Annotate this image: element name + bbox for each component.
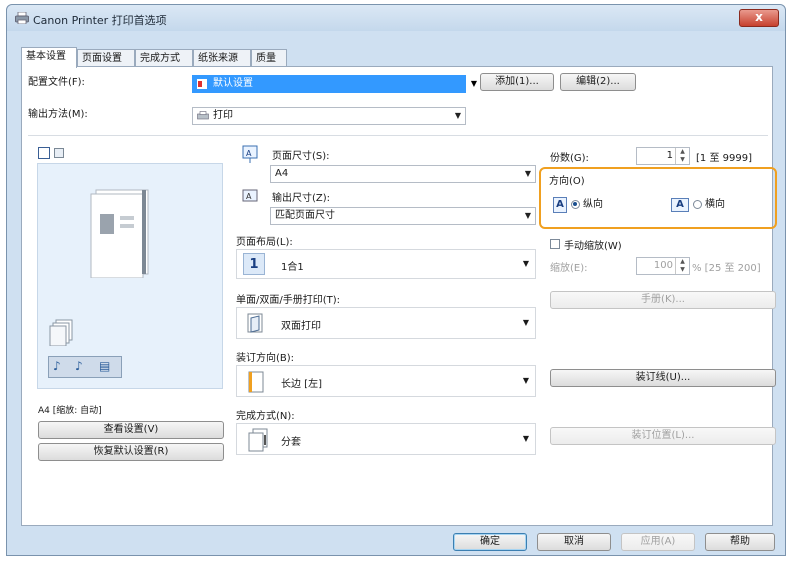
close-button[interactable]: x	[739, 9, 779, 27]
collate-icon	[248, 428, 268, 452]
tab-basic-settings[interactable]: 基本设置	[21, 47, 77, 68]
finishing-value: 分套	[281, 437, 301, 448]
manual-scaling-label: 手动缩放(W)	[564, 241, 622, 252]
tab-paper-source[interactable]: 纸张来源	[193, 49, 251, 67]
add-profile-button[interactable]: 添加(1)...	[480, 73, 554, 91]
orientation-portrait-option[interactable]: A 纵向	[553, 195, 603, 213]
portrait-label: 纵向	[583, 199, 603, 210]
page-size-value: A4	[275, 168, 289, 179]
page-size-dropdown[interactable]: A4 ▼	[270, 165, 536, 183]
portrait-radio[interactable]	[570, 199, 580, 209]
profile-icon	[197, 79, 207, 89]
divider	[28, 135, 768, 136]
basic-settings-panel: 配置文件(F): 默认设置 ▼ 添加(1)... 编辑(2)... 输出方法(M…	[21, 66, 777, 526]
scale-value: 100	[653, 260, 673, 271]
page-layout-dropdown[interactable]: 1 1合1 ▼	[236, 249, 536, 279]
duplex-print-icon	[247, 313, 263, 333]
chevron-down-icon: ▼	[522, 434, 529, 443]
chevron-down-icon: ▼	[454, 111, 461, 120]
manual-scaling-checkbox[interactable]	[550, 239, 560, 249]
output-size-dropdown[interactable]: 匹配页面尺寸 ▼	[270, 207, 536, 225]
output-method-dropdown[interactable]: 打印 ▼	[192, 107, 466, 125]
printer-preferences-window: Canon Printer 打印首选项 x 基本设置 页面设置 完成方式 纸张来…	[6, 4, 786, 556]
print-mode-dropdown[interactable]: 双面打印 ▼	[236, 307, 536, 339]
chevron-down-icon: ▼	[522, 318, 529, 327]
restore-defaults-button[interactable]: 恢复默认设置(R)	[38, 443, 224, 461]
help-button[interactable]: 帮助	[705, 533, 775, 551]
finishing-label: 完成方式(N):	[236, 411, 295, 422]
copies-label: 份数(G):	[550, 153, 589, 164]
output-method-label: 输出方法(M):	[28, 109, 88, 120]
binding-label: 装订方向(B):	[236, 353, 295, 364]
scale-range: % [25 至 200]	[692, 263, 761, 274]
tab-finishing[interactable]: 完成方式	[135, 49, 193, 67]
scale-label: 缩放(E):	[550, 263, 588, 274]
book-icon: ▤	[99, 359, 111, 373]
chevron-down-icon: ▼	[524, 211, 531, 220]
document-preview-icon	[90, 189, 149, 278]
spin-arrows-icon[interactable]: ▲ ▼	[675, 258, 689, 274]
output-size-value: 匹配页面尺寸	[275, 210, 335, 221]
edit-profile-button[interactable]: 编辑(2)...	[560, 73, 636, 91]
tab-quality[interactable]: 质量	[251, 49, 287, 67]
portrait-icon: A	[553, 197, 567, 213]
tab-page-setup[interactable]: 页面设置	[77, 49, 135, 67]
chevron-down-icon: ▼	[522, 259, 529, 268]
preview-caption: A4 [缩放: 自动]	[38, 406, 102, 416]
page-layout-value: 1合1	[281, 262, 304, 273]
print-icon	[197, 111, 209, 120]
chevron-down-icon: ▼	[522, 376, 529, 385]
profile-label: 配置文件(F):	[28, 77, 85, 88]
output-method-value: 打印	[213, 110, 233, 121]
chevron-down-icon: ▼	[470, 79, 477, 88]
orientation-highlight: 方向(O) A 纵向 A 横向	[539, 167, 777, 229]
profile-value: 默认设置	[213, 78, 253, 89]
binding-dropdown[interactable]: 长边 [左] ▼	[236, 365, 536, 397]
paper-stack-icon	[49, 319, 73, 346]
view-settings-button[interactable]: 查看设置(V)	[38, 421, 224, 439]
finishing-dropdown[interactable]: 分套 ▼	[236, 423, 536, 455]
printer-view-icon[interactable]	[54, 148, 64, 158]
page-size-label: 页面尺寸(S):	[272, 151, 330, 162]
chevron-down-icon: ▼	[524, 169, 531, 178]
gutter-button[interactable]: 装订线(U)...	[550, 369, 776, 387]
orientation-landscape-option[interactable]: A 横向	[671, 195, 725, 212]
staple-icon: ♪	[75, 359, 83, 373]
output-size-icon: A	[242, 189, 258, 202]
cancel-button[interactable]: 取消	[537, 533, 611, 551]
spin-arrows-icon[interactable]: ▲ ▼	[675, 148, 689, 164]
page-layout-label: 页面布局(L):	[236, 237, 293, 248]
copies-range: [1 至 9999]	[696, 153, 752, 164]
output-size-label: 输出尺寸(Z):	[272, 193, 331, 204]
title-bar: Canon Printer 打印首选项 x	[7, 5, 785, 31]
scale-spinbox[interactable]: 100 ▲ ▼	[636, 257, 690, 275]
page-view-icon[interactable]	[38, 147, 50, 159]
landscape-icon: A	[671, 198, 689, 212]
page-layout-number-icon: 1	[243, 253, 265, 275]
staple-position-button[interactable]: 装订位置(L)...	[550, 427, 776, 445]
page-size-icon: A	[242, 145, 258, 163]
finishing-preview-strip: ♪ ♪ ▤	[48, 356, 122, 378]
landscape-radio[interactable]	[692, 199, 702, 209]
copies-spinbox[interactable]: 1 ▲ ▼	[636, 147, 690, 165]
binding-edge-icon	[248, 371, 264, 393]
orientation-label: 方向(O)	[549, 176, 585, 187]
print-preview: ♪ ♪ ▤	[37, 163, 223, 389]
printer-icon	[15, 12, 29, 24]
print-mode-value: 双面打印	[281, 321, 321, 332]
landscape-label: 横向	[705, 199, 725, 210]
svg-text:A: A	[246, 149, 252, 158]
apply-button[interactable]: 应用(A)	[621, 533, 695, 551]
booklet-button[interactable]: 手册(K)...	[550, 291, 776, 309]
svg-text:A: A	[246, 192, 252, 201]
staple-icon: ♪	[53, 359, 61, 373]
copies-value: 1	[666, 150, 673, 161]
window-title: Canon Printer 打印首选项	[33, 14, 167, 27]
print-mode-label: 单面/双面/手册打印(T):	[236, 295, 341, 306]
binding-value: 长边 [左]	[281, 379, 322, 390]
profile-dropdown[interactable]: 默认设置 ▼	[192, 75, 477, 93]
ok-button[interactable]: 确定	[453, 533, 527, 551]
